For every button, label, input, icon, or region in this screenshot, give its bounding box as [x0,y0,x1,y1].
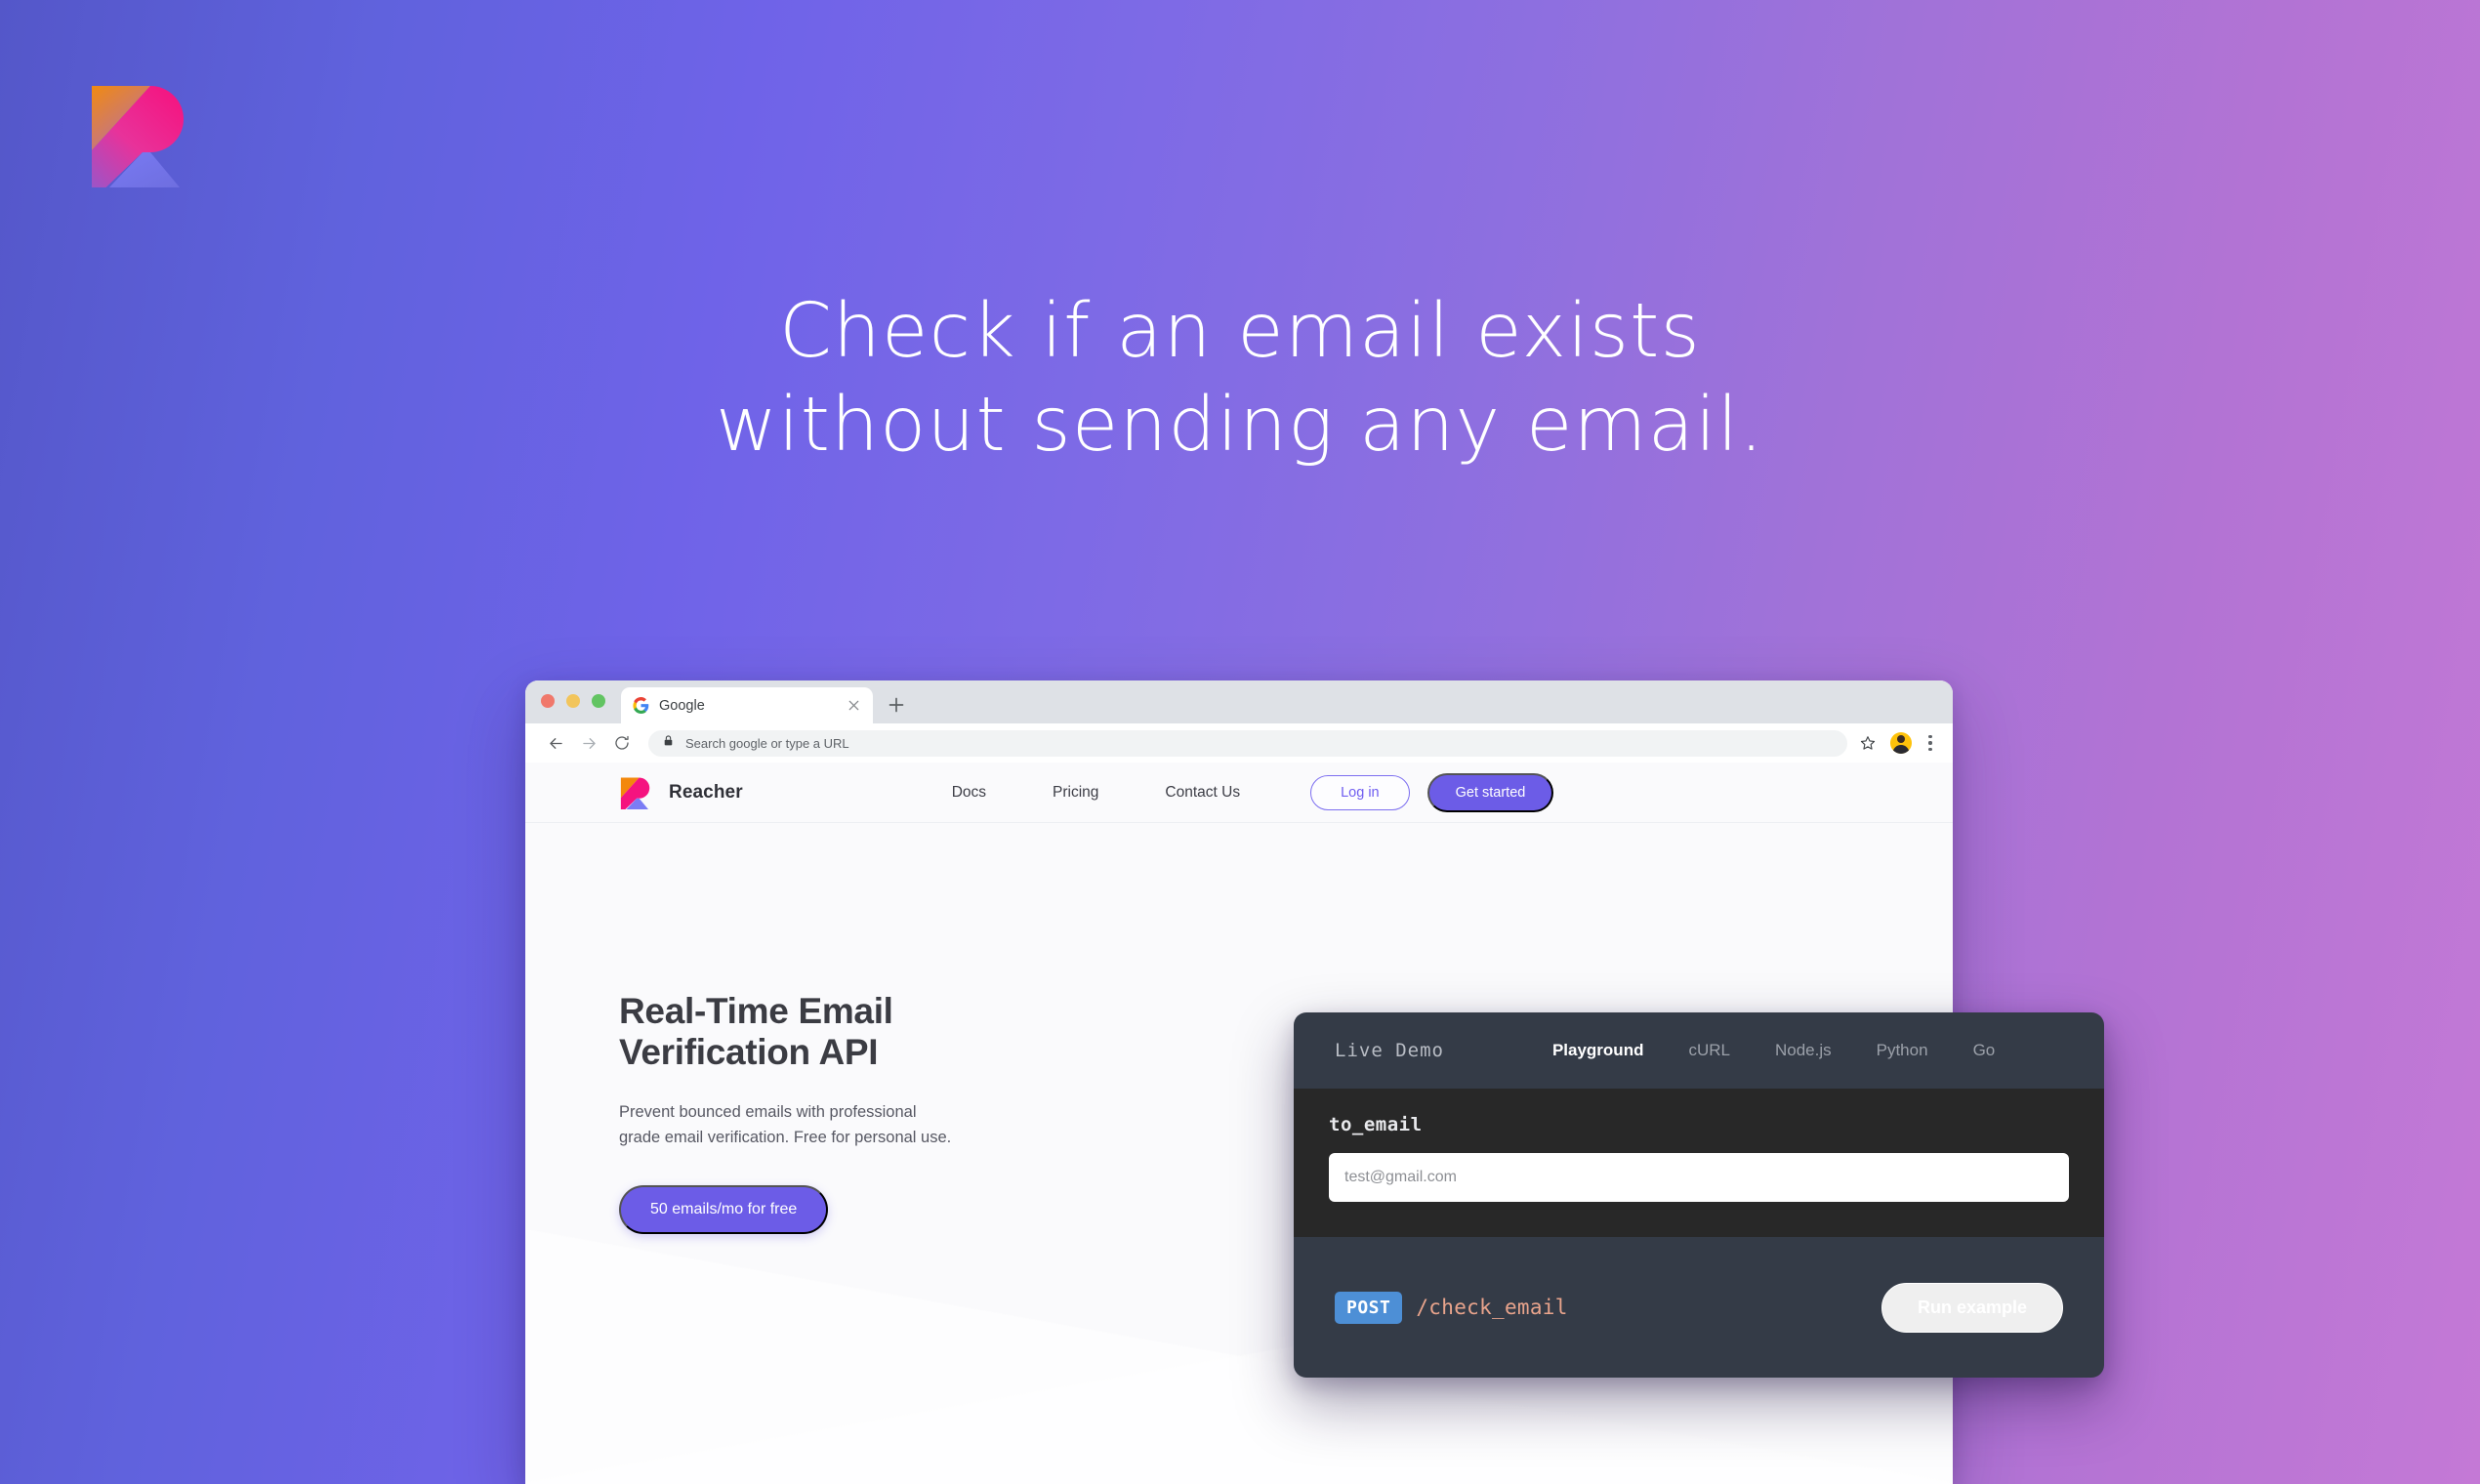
run-example-button[interactable]: Run example [1881,1282,2063,1333]
lock-icon [662,734,675,752]
log-in-button[interactable]: Log in [1310,774,1410,810]
minimize-window-button[interactable] [566,694,580,708]
avatar-head [1897,735,1905,743]
tab-playground[interactable]: Playground [1530,1041,1667,1060]
page-headline: Check if an email exists without sending… [0,285,2480,473]
close-window-button[interactable] [541,694,555,708]
avatar[interactable] [1890,732,1912,754]
free-tier-cta-button[interactable]: 50 emails/mo for free [619,1185,829,1235]
tab-go[interactable]: Go [1951,1041,2018,1060]
arrow-right-icon[interactable] [572,726,605,760]
star-icon[interactable] [1855,730,1881,756]
live-demo-footer: POST /check_email Run example [1294,1237,2104,1378]
plus-icon[interactable] [887,695,906,715]
headline-line-2: without sending any email. [715,382,1765,469]
to-email-placeholder: test@gmail.com [1344,1169,1457,1185]
browser-tab[interactable]: Google [621,687,873,723]
close-icon[interactable] [847,698,861,713]
avatar-body [1892,745,1910,754]
headline-line-1: Check if an email exists [779,288,1701,375]
live-demo-header: Live Demo Playground cURL Node.js Python… [1294,1012,2104,1089]
tab-python[interactable]: Python [1854,1041,1951,1060]
brand[interactable]: Reacher [619,775,743,814]
nav-link-docs[interactable]: Docs [919,784,1019,802]
browser-tabstrip: Google [525,680,1953,723]
brand-name: Reacher [669,781,743,803]
hero-subtitle-line-1: Prevent bounced emails with professional [619,1103,917,1122]
address-bar[interactable]: Search google or type a URL [648,729,1847,757]
reload-icon[interactable] [605,726,639,760]
tab-title: Google [659,697,705,714]
reacher-logo-icon [86,78,195,201]
live-demo-body: to_email test@gmail.com [1294,1089,2104,1237]
to-email-input[interactable]: test@gmail.com [1329,1153,2069,1202]
site-nav-actions: Log in Get started [1310,772,1554,812]
nav-link-pricing[interactable]: Pricing [1019,784,1132,802]
window-controls [541,680,605,723]
endpoint: POST /check_email [1335,1291,1568,1324]
kebab-menu-icon[interactable] [1922,734,1939,752]
endpoint-path: /check_email [1416,1296,1568,1319]
site-navbar: Reacher Docs Pricing Contact Us Log in G… [525,763,1953,823]
tab-curl[interactable]: cURL [1666,1041,1753,1060]
live-demo-tabs: Playground cURL Node.js Python Go [1530,1041,2017,1060]
address-bar-text: Search google or type a URL [685,735,849,751]
google-g-icon [633,697,649,714]
get-started-button[interactable]: Get started [1426,772,1554,812]
nav-link-contact-us[interactable]: Contact Us [1132,784,1273,802]
hero-subtitle: Prevent bounced emails with professional… [619,1100,1078,1150]
to-email-label: to_email [1329,1114,1423,1135]
browser-toolbar: Search google or type a URL [525,723,1953,763]
site-nav-links: Docs Pricing Contact Us [919,784,1273,802]
live-demo-label: Live Demo [1335,1040,1444,1061]
http-method-badge: POST [1335,1291,1403,1324]
reacher-logo-icon [619,775,653,814]
arrow-left-icon[interactable] [539,726,572,760]
tab-nodejs[interactable]: Node.js [1753,1041,1854,1060]
maximize-window-button[interactable] [592,694,605,708]
hero-subtitle-line-2: grade email verification. Free for perso… [619,1128,952,1146]
live-demo-panel: Live Demo Playground cURL Node.js Python… [1294,1012,2104,1378]
